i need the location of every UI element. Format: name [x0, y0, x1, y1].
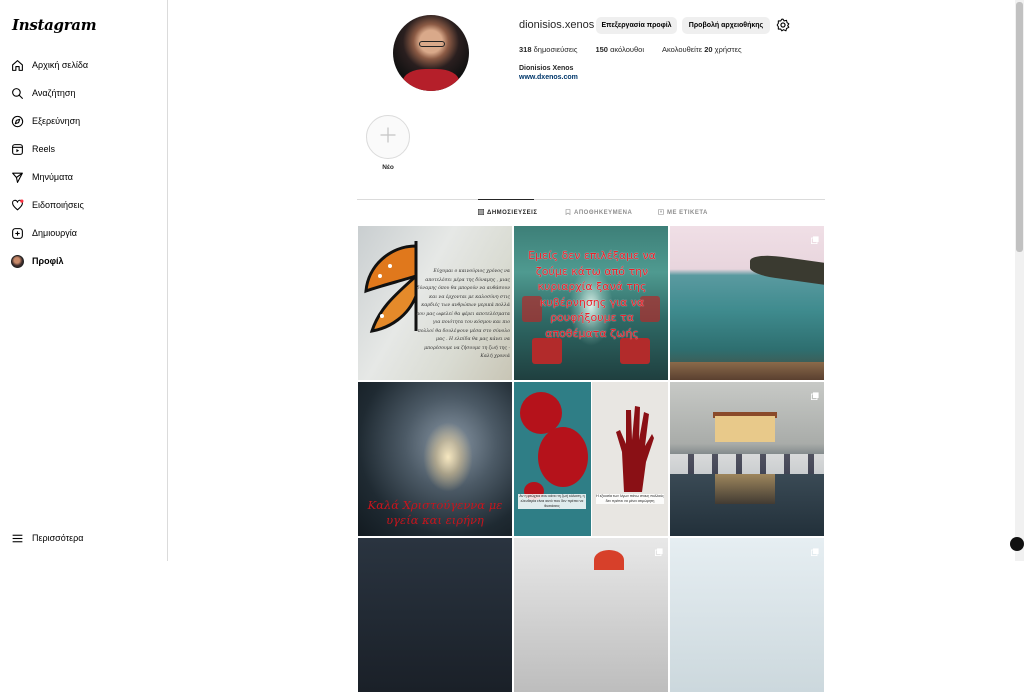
followers-stat[interactable]: 150 ακόλουθοι — [595, 45, 644, 54]
butterfly-icon — [360, 236, 420, 336]
sidebar-item-label: Αναζήτηση — [32, 88, 75, 98]
carousel-icon — [655, 543, 663, 551]
new-highlight-label: Νέο — [376, 164, 400, 171]
scrollbar-thumb[interactable] — [1016, 2, 1023, 252]
post-caption-overlay: Εμείς δεν επιλέξαμε να ζούμε κάτω από τη… — [522, 248, 662, 341]
sidebar-item-reels[interactable]: Reels — [10, 138, 160, 160]
send-icon — [10, 170, 24, 184]
tag-icon — [658, 209, 664, 217]
post-tile[interactable]: Αν η φτώχεια σου κάνει τη ζωή κόλαση, η … — [514, 382, 668, 536]
post-tile[interactable] — [670, 538, 824, 692]
profile-avatar-icon — [10, 254, 24, 268]
post-tile[interactable] — [358, 538, 512, 692]
sidebar-item-profile[interactable]: Προφίλ — [10, 250, 160, 272]
floating-circle-button[interactable] — [1010, 537, 1024, 551]
sidebar-item-more[interactable]: Περισσότερα — [10, 527, 160, 549]
sidebar-item-label: Αρχική σελίδα — [32, 60, 88, 70]
new-highlight-button[interactable] — [366, 115, 410, 159]
reels-icon — [10, 142, 24, 156]
post-tile[interactable] — [670, 226, 824, 380]
sidebar-item-explore[interactable]: Εξερεύνηση — [10, 110, 160, 132]
sidebar-item-label: Περισσότερα — [32, 533, 84, 543]
post-caption-overlay: Εύχομαι ο καινούριος χρόνος να αποτελέσε… — [416, 268, 510, 362]
post-tile[interactable]: Καλά Χριστούγεννα με υγεία και ειρήνη — [358, 382, 512, 536]
profile-full-name: Dionisios Xenos — [519, 65, 573, 72]
profile-stats: 318 δημοσιεύσεις 150 ακόλουθοι Ακολουθεί… — [519, 45, 742, 54]
sidebar-item-label: Ειδοποιήσεις — [32, 200, 84, 210]
post-note-left: Αν η φτώχεια σου κάνει τη ζωή κόλαση, η … — [518, 494, 586, 509]
sidebar-item-label: Μηνύματα — [32, 172, 73, 182]
sidebar-item-label: Εξερεύνηση — [32, 116, 80, 126]
post-tile[interactable] — [670, 382, 824, 536]
post-tile[interactable] — [514, 538, 668, 692]
sidebar-item-label: Reels — [32, 144, 55, 154]
home-icon — [10, 58, 24, 72]
following-stat[interactable]: Ακολουθείτε 20 χρήστες — [662, 45, 742, 54]
sidebar-item-label: Δημιουργία — [32, 228, 77, 238]
profile-website-link[interactable]: www.dxenos.com — [519, 74, 578, 81]
sidebar-item-search[interactable]: Αναζήτηση — [10, 82, 160, 104]
active-tab-indicator — [478, 199, 534, 200]
post-caption-overlay: Καλά Χριστούγεννα με υγεία και ειρήνη — [360, 498, 510, 528]
post-tile[interactable]: Εμείς δεν επιλέξαμε να ζούμε κάτω από τη… — [514, 226, 668, 380]
profile-username: dionisios.xenos — [519, 19, 594, 31]
tab-saved[interactable]: ΑΠΟΘΗΚΕΥΜΕΝΑ — [565, 209, 632, 217]
heart-icon — [10, 198, 24, 212]
post-tile[interactable]: Εύχομαι ο καινούριος χρόνος να αποτελέσε… — [358, 226, 512, 380]
plus-square-icon — [10, 226, 24, 240]
handprint-icon — [614, 402, 654, 492]
sidebar-item-messages[interactable]: Μηνύματα — [10, 166, 160, 188]
search-icon — [10, 86, 24, 100]
tab-posts[interactable]: ΔΗΜΟΣΙΕΥΣΕΙΣ — [478, 209, 537, 217]
sidebar-item-notifications[interactable]: Ειδοποιήσεις — [10, 194, 160, 216]
compass-icon — [10, 114, 24, 128]
settings-gear-icon[interactable] — [776, 18, 790, 32]
posts-stat: 318 δημοσιεύσεις — [519, 45, 577, 54]
tab-tagged[interactable]: ΜΕ ΕΤΙΚΕΤΑ — [658, 209, 708, 217]
bookmark-icon — [565, 209, 571, 217]
instagram-logo[interactable]: Instagram — [12, 16, 96, 34]
view-archive-button[interactable]: Προβολή αρχειοθήκης — [682, 17, 770, 34]
tabs-divider — [357, 199, 825, 200]
carousel-icon — [811, 387, 819, 395]
carousel-icon — [811, 231, 819, 239]
post-note-right: Η εξουσία των λίγων πάνω στους πολλούς δ… — [596, 494, 664, 504]
profile-picture[interactable] — [393, 15, 469, 91]
sidebar-item-create[interactable]: Δημιουργία — [10, 222, 160, 244]
sidebar: Instagram Αρχική σελίδα Αναζήτηση Εξερεύ… — [0, 0, 168, 561]
sidebar-item-home[interactable]: Αρχική σελίδα — [10, 54, 160, 76]
page-scrollbar[interactable] — [1015, 0, 1024, 561]
sidebar-item-label: Προφίλ — [32, 256, 64, 266]
plus-icon — [378, 125, 398, 150]
carousel-icon — [811, 543, 819, 551]
grid-icon — [478, 209, 484, 217]
menu-icon — [10, 531, 24, 545]
edit-profile-button[interactable]: Επεξεργασία προφίλ — [596, 17, 677, 34]
